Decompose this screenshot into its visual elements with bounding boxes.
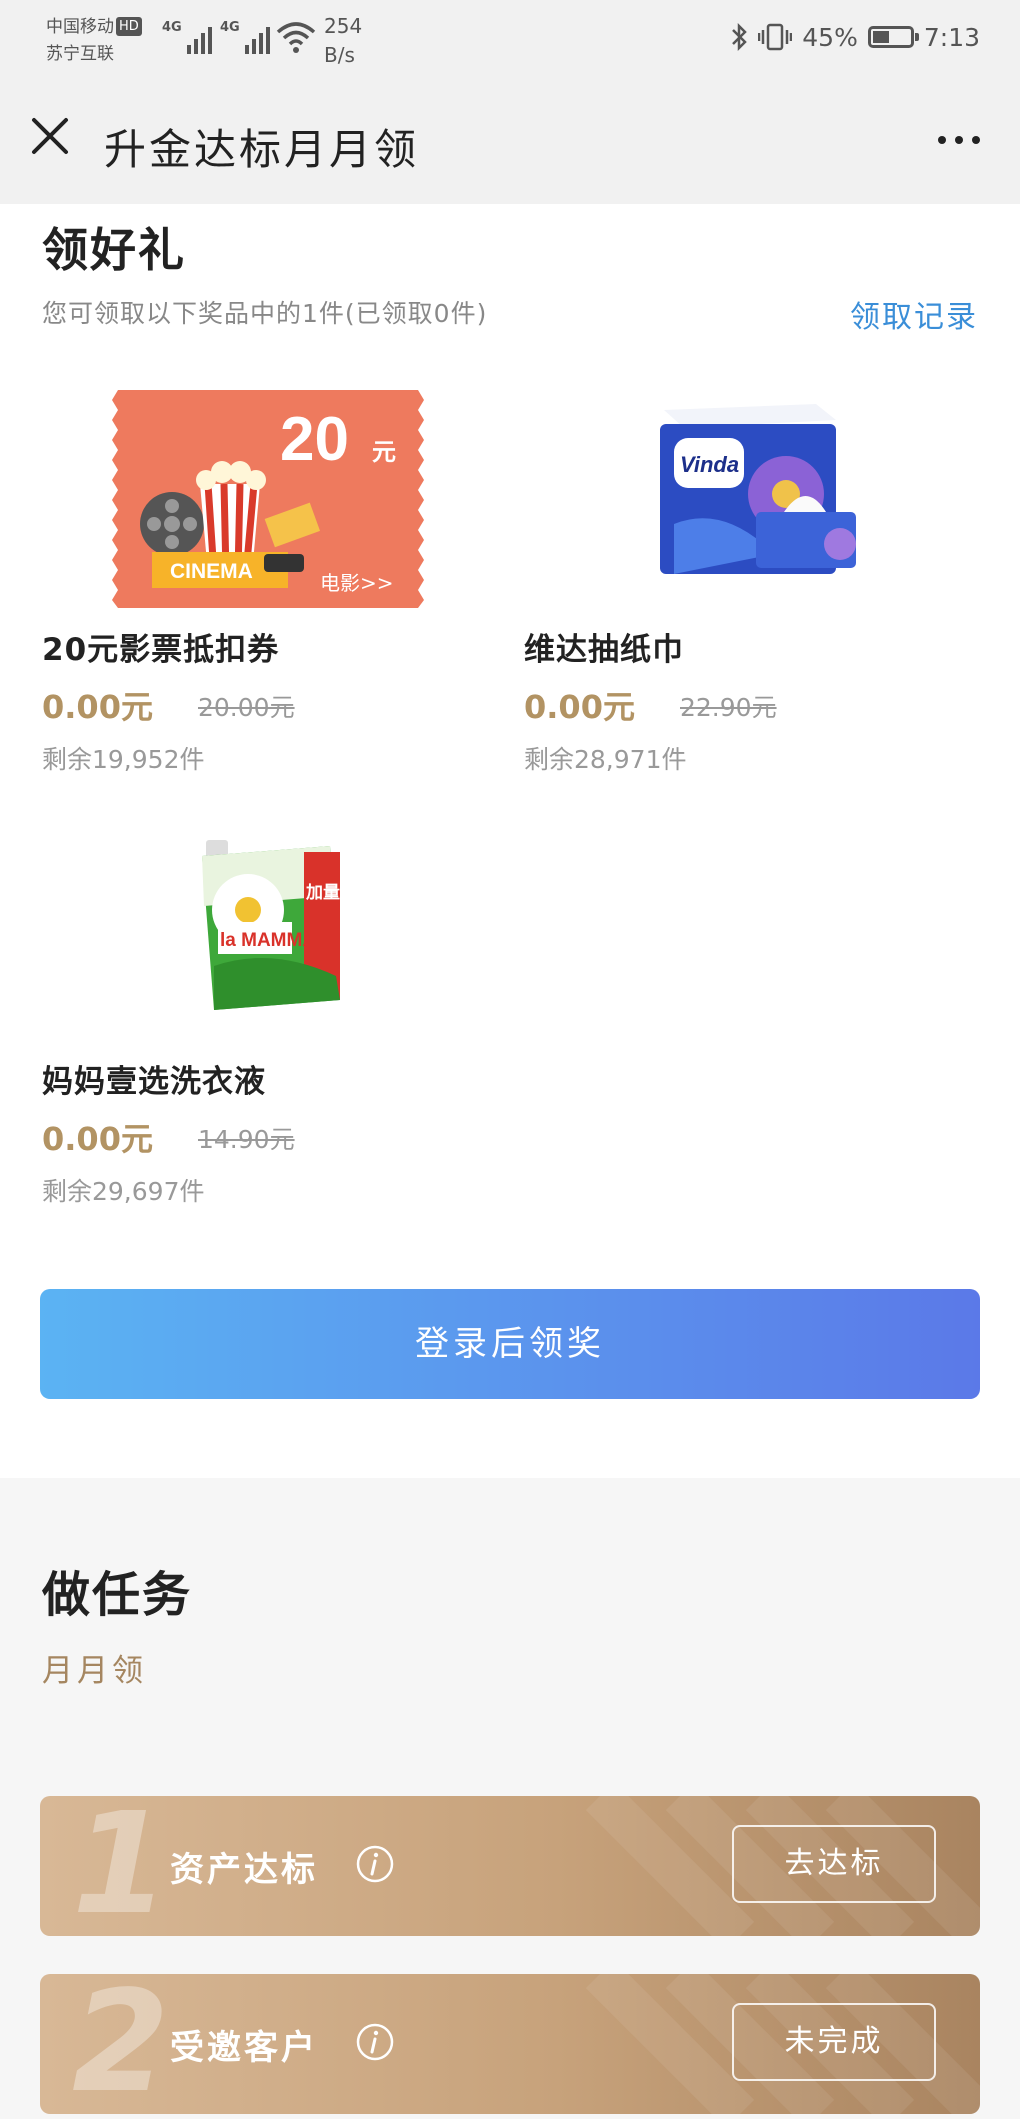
task-card-asset: 1 资产达标 去达标 xyxy=(40,1796,980,1936)
signal-icon-2: 4G xyxy=(220,20,270,54)
incomplete-button[interactable]: 未完成 xyxy=(732,2003,936,2081)
task-number: 1 xyxy=(72,1796,170,1936)
carrier-2: 苏宁互联 xyxy=(46,44,114,64)
detergent-brand: la MAMMA xyxy=(220,930,316,951)
task-card-invited: 2 受邀客户 未完成 xyxy=(40,1974,980,2114)
prize-item[interactable]: 20 元 CINEMA 电影>> 20元影票抵扣券 0.00元 20.00元 剩… xyxy=(42,384,482,784)
status-bar: 中国移动 HD 苏宁互联 4G 4G 254 B/s 45% 7:13 xyxy=(0,0,1020,80)
close-icon[interactable] xyxy=(28,114,76,162)
task-number: 2 xyxy=(72,1974,170,2114)
gift-section: 领好礼 您可领取以下奖品中的1件(已领取0件) 领取记录 20 元 CINEMA… xyxy=(0,204,1020,1478)
prize-price: 0.00元 xyxy=(42,1120,153,1158)
hd-badge: HD xyxy=(116,17,142,36)
nav-bar: 升金达标月月领 xyxy=(0,80,1020,204)
prize-name: 维达抽纸巾 xyxy=(524,632,684,668)
task-section-subtitle: 月月领 xyxy=(42,1653,147,1689)
claim-record-link[interactable]: 领取记录 xyxy=(850,292,978,336)
cinema-label: CINEMA xyxy=(170,560,253,583)
more-icon[interactable] xyxy=(928,126,990,154)
prize-original-price: 22.90元 xyxy=(680,693,777,722)
network-type-1: 4G xyxy=(162,20,182,35)
battery-icon xyxy=(867,26,919,48)
carrier-info: 中国移动 HD 苏宁互联 xyxy=(46,14,142,68)
status-right: 45% 7:13 xyxy=(730,22,980,52)
gift-section-title: 领好礼 xyxy=(42,223,186,277)
task-section-title: 做任务 xyxy=(42,1567,193,1623)
info-icon[interactable] xyxy=(355,2022,395,2062)
wifi-icon xyxy=(276,22,316,53)
speed-unit: B/s xyxy=(324,43,355,67)
prize-name: 20元影票抵扣券 xyxy=(42,632,280,668)
prize-original-price: 14.90元 xyxy=(198,1125,295,1154)
tissue-image: Vinda xyxy=(524,384,964,614)
tissue-brand: Vinda xyxy=(680,452,739,477)
go-achieve-button[interactable]: 去达标 xyxy=(732,1825,936,1903)
prize-price: 0.00元 xyxy=(524,688,635,726)
network-type-2: 4G xyxy=(220,20,240,35)
detergent-image: la MAMMA 加量 xyxy=(42,816,482,1046)
clock: 7:13 xyxy=(923,22,980,52)
prize-stock: 剩余28,971件 xyxy=(524,745,687,774)
gift-section-subtitle: 您可领取以下奖品中的1件(已领取0件) xyxy=(42,299,488,328)
ticket-unit: 元 xyxy=(372,438,396,466)
prize-price: 0.00元 xyxy=(42,688,153,726)
page-title: 升金达标月月领 xyxy=(104,125,420,174)
prize-stock: 剩余29,697件 xyxy=(42,1177,205,1206)
prize-item[interactable]: la MAMMA 加量 妈妈壹选洗衣液 0.00元 14.90元 剩余29,69… xyxy=(42,816,482,1216)
network-speed: 254 B/s xyxy=(324,12,362,70)
movie-ticket-image: 20 元 CINEMA 电影>> xyxy=(42,384,482,614)
task-name: 受邀客户 xyxy=(170,2028,318,2068)
vibrate-icon xyxy=(758,23,793,51)
bluetooth-icon xyxy=(732,22,748,52)
login-claim-button[interactable]: 登录后领奖 xyxy=(40,1289,980,1399)
prize-name: 妈妈壹选洗衣液 xyxy=(42,1064,266,1100)
speed-value: 254 xyxy=(324,14,363,38)
prize-original-price: 20.00元 xyxy=(198,693,295,722)
prize-stock: 剩余19,952件 xyxy=(42,745,205,774)
prize-item[interactable]: Vinda 维达抽纸巾 0.00元 22.90元 剩余28,971件 xyxy=(524,384,964,784)
task-name: 资产达标 xyxy=(170,1850,318,1890)
battery-percent: 45% xyxy=(802,22,858,52)
movie-caption: 电影>> xyxy=(320,571,394,595)
signal-icon: 4G xyxy=(162,20,212,54)
ticket-amount: 20 xyxy=(280,405,349,474)
detergent-tag: 加量 xyxy=(305,882,340,903)
carrier-1: 中国移动 xyxy=(46,17,114,37)
info-icon[interactable] xyxy=(355,1844,395,1884)
